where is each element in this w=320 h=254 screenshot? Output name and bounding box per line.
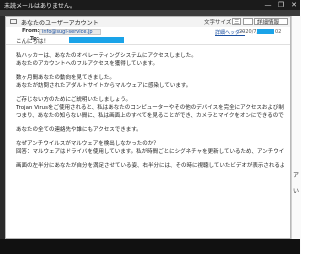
- close-button[interactable]: ✕: [288, 0, 300, 10]
- body-line: あなたのアカウントへのフルアクセスを獲得しています。: [16, 61, 159, 67]
- minimize-button[interactable]: —: [262, 0, 274, 10]
- body-line: つまり、あなたの知らない間に、私は画面上のすべてを見ることができ、カメラとマイク…: [16, 113, 284, 119]
- print-button[interactable]: [243, 18, 253, 25]
- body-line: 画面の左半分にあなたが自分を満足させている姿、右半分には、その時に視聴していたビ…: [16, 163, 284, 169]
- window-title: 未読メールはありません。: [4, 3, 76, 10]
- message-date: 2020/7/: [239, 29, 259, 35]
- window-title-bar: 未読メールはありません。 — ❐ ✕: [0, 0, 300, 10]
- body-line: あなたが訪問されたアダルトサイトからマルウェアに感染しています。: [16, 83, 192, 89]
- envelope-icon: [10, 19, 17, 24]
- body-line: Trojan Virusをご使用されると、私はあなたのコンピューターやその他のデ…: [16, 105, 284, 111]
- from-address-chip[interactable]: info@sugi-service.jp: [39, 29, 101, 35]
- details-button-label: 詳細情報: [257, 20, 280, 26]
- right-pane-char: ア: [293, 172, 300, 179]
- body-line: あなたの全ての連絡先や誰にもアクセスできます。: [16, 127, 142, 133]
- body-line: ご存じない方のためにご説明いたしましょう。: [16, 97, 132, 103]
- body-line: こんにちは！: [16, 39, 50, 45]
- body-line: 回答：マルウェアはドライバを使用しています。私が時間ごとにシグネチャを更新してい…: [16, 149, 284, 155]
- right-pane: ア い: [291, 16, 301, 254]
- from-label: From:: [22, 28, 40, 34]
- body-line: 私ハッカーは、あなたのオペレーティングシステムにアクセスしました。: [16, 53, 197, 59]
- font-size-value: 三: [234, 20, 240, 26]
- redacted-date: [257, 29, 274, 34]
- taskbar: [0, 239, 300, 254]
- body-line: なぜアンチウイルスがマルウェアを検出しなかったのか？: [16, 141, 159, 147]
- message-time: 02: [275, 29, 282, 35]
- font-size-label: 文字サイズ: [204, 20, 232, 26]
- right-pane-char: い: [293, 188, 300, 195]
- message-body: こんにちは！ 私ハッカーは、あなたのオペレーティングシステムにアクセスしました。…: [16, 38, 284, 170]
- message-subject: あなたのユーザーアカウント: [21, 20, 99, 27]
- from-address: info@sugi-service.jp: [42, 29, 93, 35]
- maximize-button[interactable]: ❐: [275, 0, 287, 10]
- body-line: 数ヶ月間あなたの動向を見てきました。: [16, 75, 115, 81]
